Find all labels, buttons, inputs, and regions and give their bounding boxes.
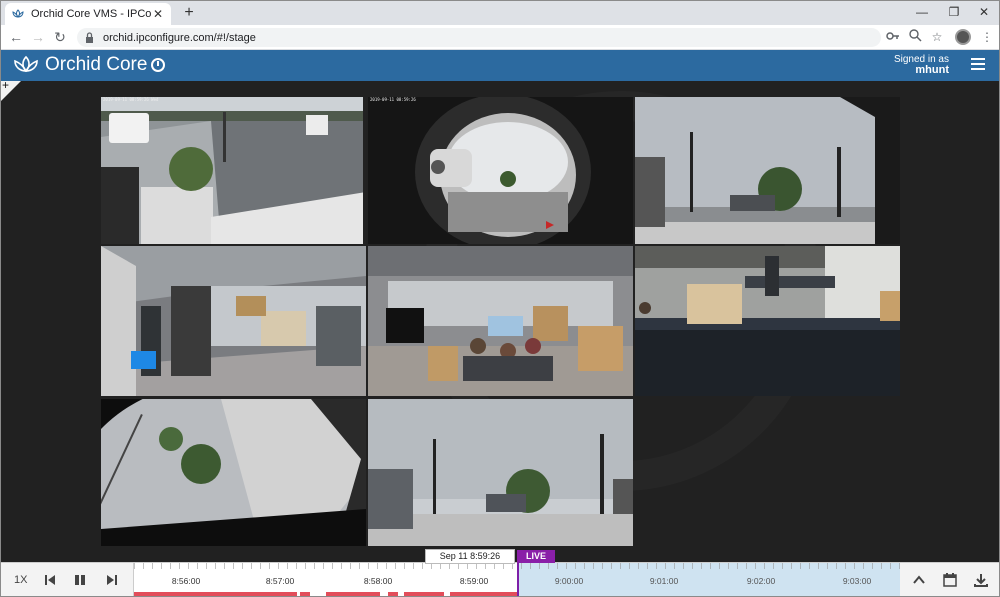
zoom-icon[interactable] [907, 29, 923, 45]
recording-segment[interactable] [300, 592, 310, 596]
camera-feed-office [368, 246, 633, 396]
key-icon[interactable] [885, 29, 901, 45]
speed-selector[interactable]: 1X [14, 574, 27, 586]
tab-close-icon[interactable]: ✕ [151, 7, 165, 21]
add-camera-icon[interactable]: + [2, 81, 9, 92]
star-icon[interactable]: ☆ [929, 29, 945, 45]
camera-feed-parking-lot [101, 97, 366, 244]
tick-label: 8:56:00 [171, 576, 201, 586]
username: mhunt [915, 64, 949, 76]
lock-icon [85, 32, 97, 43]
skip-forward-icon[interactable] [105, 573, 119, 587]
url-text: orchid.ipconfigure.com/#!/stage [103, 31, 256, 44]
tick-label: 8:59:00 [459, 576, 489, 586]
playback-timeline: 1X 8:56:00 8:57:00 8:58:00 8:59:00 9:00:… [1, 562, 999, 596]
tick-label: 9:00:00 [554, 576, 584, 586]
chevron-up-icon[interactable] [911, 572, 927, 588]
signed-in-block: Signed in as mhunt [894, 54, 949, 76]
current-time-bubble: Sep 11 8:59:26 [425, 549, 515, 564]
menu-icon[interactable] [971, 58, 985, 70]
address-bar[interactable]: orchid.ipconfigure.com/#!/stage [77, 28, 881, 47]
camera-tile[interactable] [368, 246, 633, 396]
camera-tile[interactable]: 2019-09-11 08:59:26 [368, 97, 633, 244]
camera-stage: + 2019-09-11 08:59:26 Wed 2019-09-11 08:… [1, 81, 999, 562]
camera-feed-fisheye-tree [101, 399, 366, 546]
camera-feed-cnc [635, 246, 900, 396]
close-window-button[interactable]: ✕ [969, 1, 999, 25]
camera-feed-sky-tree [368, 399, 633, 546]
recording-segment[interactable] [388, 592, 398, 596]
tick-label: 8:58:00 [363, 576, 393, 586]
live-badge[interactable]: LIVE [517, 550, 555, 563]
recording-segment[interactable] [404, 592, 444, 596]
tick-label: 9:03:00 [842, 576, 872, 586]
browser-window: Orchid Core VMS - IPConfigure, I ✕ + — ❐… [0, 0, 1000, 597]
back-button[interactable]: ← [7, 28, 25, 46]
recording-segment[interactable] [134, 592, 297, 596]
download-icon[interactable] [973, 572, 989, 588]
playhead[interactable] [517, 563, 519, 596]
camera-tile[interactable] [101, 399, 366, 546]
skip-back-icon[interactable] [43, 573, 57, 587]
orchid-logo-icon [14, 55, 38, 73]
tick-label: 9:01:00 [649, 576, 679, 586]
camera-timestamp: 2019-09-11 08:59:26 Wed [103, 97, 159, 102]
minimize-button[interactable]: — [907, 1, 937, 25]
recording-segment[interactable] [450, 592, 517, 596]
tick-label: 9:02:00 [746, 576, 776, 586]
timeline-track[interactable]: 8:56:00 8:57:00 8:58:00 8:59:00 9:00:00 … [133, 563, 900, 596]
tab-strip: Orchid Core VMS - IPConfigure, I ✕ + — ❐… [1, 1, 999, 25]
camera-timestamp: 2019-09-11 08:59:26 [370, 97, 416, 102]
pause-icon[interactable] [73, 573, 87, 587]
camera-tile[interactable]: 2019-09-11 08:59:26 Wed [101, 97, 366, 244]
new-tab-button[interactable]: + [179, 3, 199, 23]
browser-tab[interactable]: Orchid Core VMS - IPConfigure, I ✕ [5, 3, 171, 25]
reload-button[interactable]: ↻ [51, 28, 69, 46]
more-icon[interactable]: ⋮ [979, 29, 995, 45]
calendar-icon[interactable] [942, 572, 958, 588]
camera-feed-warehouse [101, 246, 366, 396]
tab-title: Orchid Core VMS - IPConfigure, I [31, 8, 151, 20]
camera-feed-sky-lot [635, 97, 900, 244]
restore-button[interactable]: ❐ [939, 1, 969, 25]
camera-feed-fisheye [368, 97, 633, 244]
camera-tile[interactable] [368, 399, 633, 546]
camera-tile[interactable] [635, 246, 900, 396]
forward-button[interactable]: → [29, 28, 47, 46]
profile-avatar[interactable] [955, 29, 971, 45]
info-icon[interactable] [151, 58, 165, 72]
recording-segment[interactable] [326, 592, 380, 596]
app-header: Orchid Core Signed in as mhunt [1, 50, 999, 81]
orchid-favicon-icon [11, 7, 25, 21]
brand-name: Orchid Core [45, 54, 148, 75]
tick-label: 8:57:00 [265, 576, 295, 586]
brand-logo[interactable]: Orchid Core [13, 54, 147, 76]
camera-tile[interactable] [635, 97, 900, 244]
camera-tile[interactable] [101, 246, 366, 396]
address-bar-row: ← → ↻ orchid.ipconfigure.com/#!/stage ☆ … [1, 25, 999, 50]
